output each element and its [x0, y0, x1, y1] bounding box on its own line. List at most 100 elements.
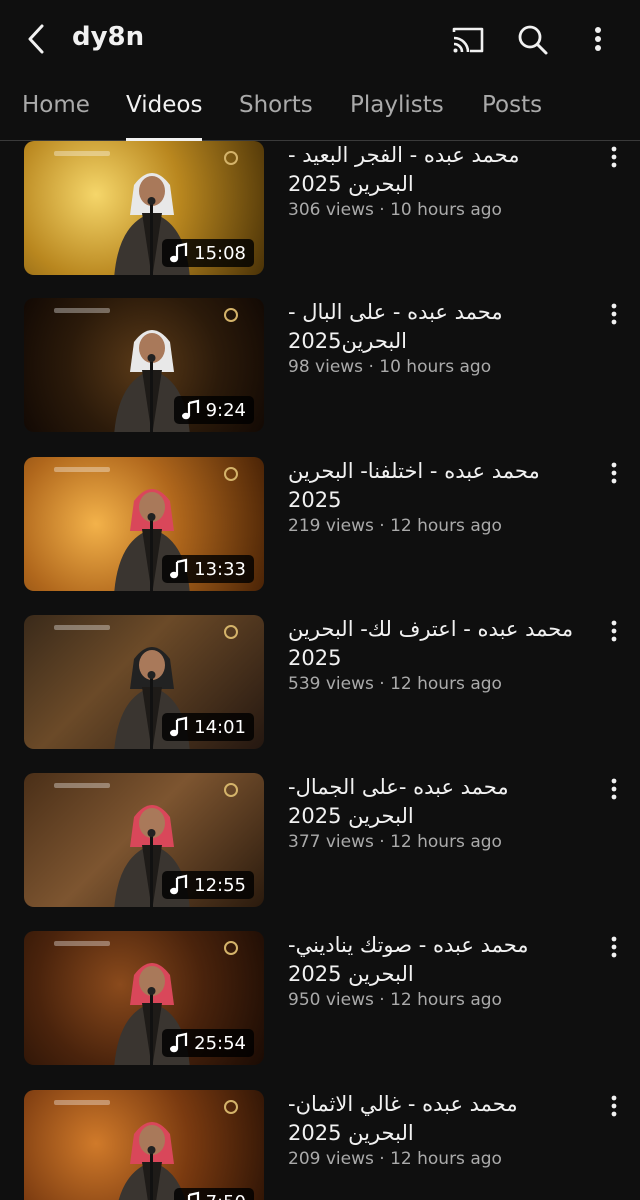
duration-text: 7:50 — [206, 1192, 246, 1200]
video-title-line: 2025 — [288, 646, 342, 670]
video-stats: 98 views · 10 hours ago — [288, 357, 598, 377]
duration-badge: 7:50 — [173, 1188, 254, 1200]
video-thumbnail[interactable]: 25:54 — [24, 931, 264, 1065]
video-more-icon[interactable] — [604, 459, 624, 489]
thumbnail-caption-mark — [54, 308, 110, 313]
upload-age: 10 hours ago — [390, 200, 502, 220]
video-item[interactable]: 12:55 محمد عبده -على الجمال- البحرين 202… — [0, 773, 640, 923]
upload-age: 10 hours ago — [379, 357, 492, 377]
tab-shorts[interactable]: Shorts — [239, 92, 313, 140]
singer-figure — [118, 1122, 186, 1200]
video-more-icon[interactable] — [604, 300, 624, 330]
view-count: 377 views — [288, 832, 374, 852]
cast-icon[interactable] — [448, 20, 488, 60]
video-meta: محمد عبده - صوتك يناديني- البحرين 2025 9… — [288, 931, 598, 1010]
duration-text: 13:33 — [194, 558, 246, 580]
duration-badge: 13:33 — [162, 555, 254, 583]
more-vert-icon[interactable] — [578, 20, 618, 60]
thumbnail-caption-mark — [54, 625, 110, 630]
video-item[interactable]: 15:08 محمد عبده - الفجر البعيد - البحرين… — [0, 141, 640, 291]
channel-logo-watermark — [224, 625, 238, 639]
video-item[interactable]: 13:33 محمد عبده - اختلفنا- البحرين 2025 … — [0, 457, 640, 607]
video-stats: 539 views · 12 hours ago — [288, 674, 598, 694]
video-meta: محمد عبده - اختلفنا- البحرين 2025 219 vi… — [288, 457, 598, 536]
video-item[interactable]: 9:24 محمد عبده - على البال - البحرين2025… — [0, 298, 640, 448]
video-title-line: محمد عبده - على البال - — [288, 300, 503, 324]
video-title-line: البحرين 2025 — [288, 962, 414, 986]
video-item[interactable]: 25:54 محمد عبده - صوتك يناديني- البحرين … — [0, 931, 640, 1081]
separator-dot: · — [379, 1149, 391, 1169]
tab-posts[interactable]: Posts — [482, 92, 542, 140]
video-title[interactable]: محمد عبده - على البال - البحرين2025 — [288, 298, 598, 356]
video-title[interactable]: محمد عبده - صوتك يناديني- البحرين 2025 — [288, 931, 598, 989]
video-more-icon[interactable] — [604, 617, 624, 647]
video-more-icon[interactable] — [604, 143, 624, 173]
video-title-line: البحرين2025 — [288, 329, 407, 353]
video-title-line: محمد عبده - اختلفنا- البحرين — [288, 459, 540, 483]
video-title[interactable]: محمد عبده - الفجر البعيد - البحرين 2025 — [288, 141, 598, 199]
separator-dot: · — [379, 990, 391, 1010]
music-note-icon — [170, 558, 188, 579]
duration-badge: 14:01 — [162, 713, 254, 741]
separator-dot: · — [379, 200, 391, 220]
top-bar: dy8n — [0, 0, 640, 78]
video-title[interactable]: محمد عبده -على الجمال- البحرين 2025 — [288, 773, 598, 831]
thumbnail-caption-mark — [54, 1100, 110, 1105]
video-item[interactable]: 14:01 محمد عبده - اعترف لك- البحرين 2025… — [0, 615, 640, 765]
view-count: 98 views — [288, 357, 364, 377]
music-note-icon — [170, 874, 188, 895]
view-count: 209 views — [288, 1149, 374, 1169]
view-count: 539 views — [288, 674, 374, 694]
video-title-line: البحرين 2025 — [288, 1121, 414, 1145]
video-item[interactable]: 7:50 محمد عبده - غالي الاثمان- البحرين 2… — [0, 1090, 640, 1200]
video-title[interactable]: محمد عبده - اعترف لك- البحرين 2025 — [288, 615, 598, 673]
duration-badge: 25:54 — [162, 1029, 254, 1057]
video-stats: 219 views · 12 hours ago — [288, 516, 598, 536]
video-thumbnail[interactable]: 9:24 — [24, 298, 264, 432]
duration-text: 15:08 — [194, 242, 246, 264]
separator-dot: · — [379, 516, 391, 536]
channel-logo-watermark — [224, 467, 238, 481]
video-thumbnail[interactable]: 15:08 — [24, 141, 264, 275]
video-more-icon[interactable] — [604, 933, 624, 963]
back-icon[interactable] — [20, 22, 54, 56]
view-count: 219 views — [288, 516, 374, 536]
duration-text: 25:54 — [194, 1032, 246, 1054]
video-meta: محمد عبده -على الجمال- البحرين 2025 377 … — [288, 773, 598, 852]
view-count: 306 views — [288, 200, 374, 220]
search-icon[interactable] — [512, 20, 552, 60]
duration-badge: 9:24 — [173, 396, 254, 424]
upload-age: 12 hours ago — [390, 1149, 502, 1169]
tab-playlists[interactable]: Playlists — [350, 92, 444, 140]
channel-name: dy8n — [72, 22, 145, 52]
thumbnail-caption-mark — [54, 151, 110, 156]
video-title-line: محمد عبده - الفجر البعيد - — [288, 143, 520, 167]
separator-dot: · — [379, 674, 391, 694]
channel-logo-watermark — [224, 308, 238, 322]
upload-age: 12 hours ago — [390, 516, 502, 536]
music-note-icon — [181, 399, 199, 420]
video-thumbnail[interactable]: 14:01 — [24, 615, 264, 749]
music-note-icon — [170, 242, 188, 263]
tab-home[interactable]: Home — [22, 92, 90, 140]
duration-text: 9:24 — [205, 399, 246, 421]
tab-videos[interactable]: Videos — [126, 92, 203, 141]
video-meta: محمد عبده - على البال - البحرين2025 98 v… — [288, 298, 598, 377]
video-stats: 950 views · 12 hours ago — [288, 990, 598, 1010]
video-meta: محمد عبده - غالي الاثمان- البحرين 2025 2… — [288, 1090, 598, 1169]
video-title[interactable]: محمد عبده - اختلفنا- البحرين 2025 — [288, 457, 598, 515]
video-title[interactable]: محمد عبده - غالي الاثمان- البحرين 2025 — [288, 1090, 598, 1148]
video-thumbnail[interactable]: 7:50 — [24, 1090, 264, 1200]
upload-age: 12 hours ago — [390, 832, 502, 852]
channel-logo-watermark — [224, 941, 238, 955]
channel-logo-watermark — [224, 151, 238, 165]
video-stats: 209 views · 12 hours ago — [288, 1149, 598, 1169]
video-thumbnail[interactable]: 12:55 — [24, 773, 264, 907]
video-more-icon[interactable] — [604, 775, 624, 805]
separator-dot: · — [368, 357, 380, 377]
video-more-icon[interactable] — [604, 1092, 624, 1122]
video-title-line: محمد عبده - صوتك يناديني- — [288, 933, 529, 957]
video-thumbnail[interactable]: 13:33 — [24, 457, 264, 591]
channel-logo-watermark — [224, 1100, 238, 1114]
separator-dot: · — [379, 832, 391, 852]
